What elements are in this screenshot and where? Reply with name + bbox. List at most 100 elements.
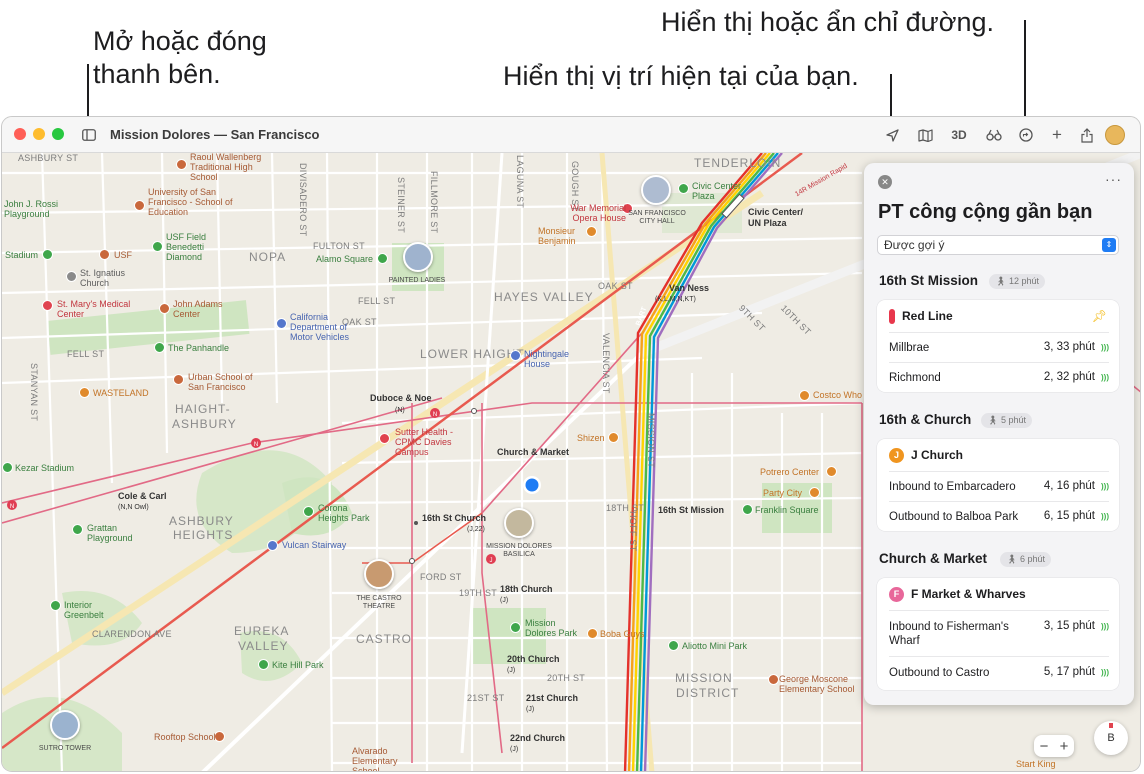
poi-church-icon[interactable]: [66, 271, 77, 282]
stop-name[interactable]: 16th St Mission: [879, 273, 978, 288]
poi-label[interactable]: War Memorial Opera House: [562, 203, 626, 223]
poi-label[interactable]: Mission Dolores Park: [525, 618, 585, 638]
poi-shop-icon[interactable]: [799, 390, 810, 401]
zoom-window-button[interactable]: [52, 128, 64, 140]
stop-name[interactable]: Church & Market: [879, 551, 987, 566]
transit-stop-label[interactable]: Civic Center/UN Plaza: [748, 207, 803, 229]
poi-label[interactable]: St. Mary's Medical Center: [57, 299, 137, 319]
poi-hospital-icon[interactable]: [42, 300, 53, 311]
transit-stop-label[interactable]: Van Ness (K,L,M,N,KT): [655, 283, 709, 305]
transit-stop-label[interactable]: 21st Church (J): [526, 693, 578, 715]
transit-line-card[interactable]: FF Market & Wharves Inbound to Fisherman…: [877, 578, 1119, 690]
transit-stop-label[interactable]: 22nd Church (J): [510, 733, 565, 755]
poi-label[interactable]: Raoul Wallenberg Traditional High School: [190, 153, 278, 182]
poi-park-icon[interactable]: [303, 506, 314, 517]
poi-label[interactable]: Vulcan Stairway: [282, 540, 346, 550]
poi-label[interactable]: Start King: [1016, 759, 1056, 769]
poi-label[interactable]: Sutter Health - CPMC Davies Campus: [395, 427, 465, 457]
poi-label[interactable]: WASTELAND: [93, 388, 149, 398]
poi-school-icon[interactable]: [176, 159, 187, 170]
poi-park-icon[interactable]: [258, 659, 269, 670]
poi-label[interactable]: Civic Center Plaza: [692, 181, 742, 201]
poi-label[interactable]: Rooftop School: [154, 732, 216, 742]
poi-label[interactable]: Potrero Center: [760, 467, 819, 477]
landmark-painted-ladies-icon[interactable]: [403, 242, 433, 272]
poi-school-icon[interactable]: [768, 674, 779, 685]
poi-label[interactable]: Stadium: [5, 250, 38, 260]
transit-line-card[interactable]: JJ Church Inbound to Embarcadero 4, 16 p…: [877, 439, 1119, 531]
poi-label[interactable]: Franklin Square: [755, 505, 819, 515]
poi-label[interactable]: Corona Heights Park: [318, 503, 378, 523]
poi-restaurant-icon[interactable]: [586, 226, 597, 237]
poi-label[interactable]: Kite Hill Park: [272, 660, 324, 670]
poi-label[interactable]: Kezar Stadium: [15, 463, 74, 473]
poi-label[interactable]: USF Field Benedetti Diamond: [166, 232, 236, 262]
filter-select[interactable]: Được gợi ý ⇕: [877, 235, 1119, 255]
poi-label[interactable]: George Moscone Elementary School: [779, 674, 859, 694]
departure-row[interactable]: Outbound to Castro 5, 17 phút ))): [889, 656, 1109, 690]
stop-name[interactable]: 16th & Church: [879, 412, 971, 427]
departure-row[interactable]: Inbound to Fisherman's Wharf 3, 15 phút …: [889, 610, 1109, 656]
transit-stop-label[interactable]: 20th Church (J): [507, 654, 560, 676]
poi-label[interactable]: Alamo Square: [316, 254, 373, 264]
poi-label[interactable]: Boba Guys: [600, 629, 645, 639]
account-avatar[interactable]: [1105, 125, 1125, 145]
transit-stop-label[interactable]: Cole & Carl (N,N Owl): [118, 491, 167, 513]
poi-label[interactable]: California Department of Motor Vehicles: [290, 312, 360, 342]
poi-label[interactable]: Alvarado Elementary School: [352, 746, 412, 771]
poi-restaurant-icon[interactable]: [608, 432, 619, 443]
landmark-city-hall-icon[interactable]: [641, 175, 671, 205]
poi-label[interactable]: John J. Rossi Playground: [4, 199, 64, 219]
zoom-in-button[interactable]: +: [1060, 738, 1069, 755]
map-mode-icon[interactable]: [915, 125, 935, 145]
current-location-icon[interactable]: [883, 125, 901, 145]
departure-row[interactable]: Inbound to Embarcadero 4, 16 phút ))): [889, 471, 1109, 501]
landmark-mission-dolores-icon[interactable]: [504, 508, 534, 538]
poi-label[interactable]: Monsieur Benjamin: [538, 226, 586, 246]
poi-park-icon[interactable]: [668, 640, 679, 651]
poi-park-icon[interactable]: [72, 524, 83, 535]
poi-label[interactable]: Aliotto Mini Park: [682, 641, 747, 651]
look-around-binoculars-icon[interactable]: [984, 125, 1004, 145]
poi-government-icon[interactable]: [276, 318, 287, 329]
compass-button[interactable]: B: [1094, 721, 1128, 755]
poi-shop-icon[interactable]: [79, 387, 90, 398]
landmark-sutro-tower-icon[interactable]: [50, 710, 80, 740]
poi-label[interactable]: Grattan Playground: [87, 523, 147, 543]
more-options-icon[interactable]: ···: [1105, 171, 1122, 187]
poi-government-icon[interactable]: [510, 350, 521, 361]
poi-school-icon[interactable]: [159, 303, 170, 314]
directions-icon[interactable]: [1017, 125, 1035, 145]
poi-park-icon[interactable]: [678, 183, 689, 194]
poi-landmark-icon[interactable]: [267, 540, 278, 551]
transit-line-card[interactable]: Red Line 📌︎ Millbrae 3, 33 phút ))) Rich…: [877, 300, 1119, 392]
poi-label[interactable]: The Panhandle: [168, 343, 229, 353]
transit-stop-label[interactable]: Duboce & Noe (N): [370, 393, 432, 416]
transit-stop-label[interactable]: 16th St Mission: [658, 505, 724, 516]
close-panel-icon[interactable]: ✕: [878, 175, 892, 189]
departure-row[interactable]: Richmond 2, 32 phút ))): [889, 362, 1109, 392]
poi-park-icon[interactable]: [50, 600, 61, 611]
poi-park-icon[interactable]: [2, 462, 13, 473]
poi-label[interactable]: Interior Greenbelt: [64, 600, 114, 620]
poi-park-icon[interactable]: [742, 504, 753, 515]
poi-label[interactable]: Shizen: [577, 433, 605, 443]
departure-row[interactable]: Outbound to Balboa Park 6, 15 phút ))): [889, 501, 1109, 531]
poi-label[interactable]: USF: [114, 250, 132, 260]
poi-school-icon[interactable]: [214, 731, 225, 742]
poi-label[interactable]: Costco Who: [813, 390, 862, 400]
poi-label[interactable]: Party City: [763, 488, 802, 498]
transit-stop-label[interactable]: Church & Market: [497, 447, 569, 458]
transit-stop-label[interactable]: 16th St Church (J,22): [422, 513, 486, 535]
departure-row[interactable]: Millbrae 3, 33 phút ))): [889, 332, 1109, 362]
poi-park-icon[interactable]: [42, 249, 53, 260]
poi-label[interactable]: John Adams Center: [173, 299, 233, 319]
landmark-castro-theatre-icon[interactable]: [364, 559, 394, 589]
close-window-button[interactable]: [14, 128, 26, 140]
transit-stop-label[interactable]: 18th Church (J): [500, 584, 553, 606]
poi-park-icon[interactable]: [152, 241, 163, 252]
3d-button[interactable]: 3D: [947, 125, 971, 145]
poi-label[interactable]: Nightingale House: [524, 349, 584, 369]
poi-restaurant-icon[interactable]: [587, 628, 598, 639]
poi-hospital-icon[interactable]: [379, 433, 390, 444]
